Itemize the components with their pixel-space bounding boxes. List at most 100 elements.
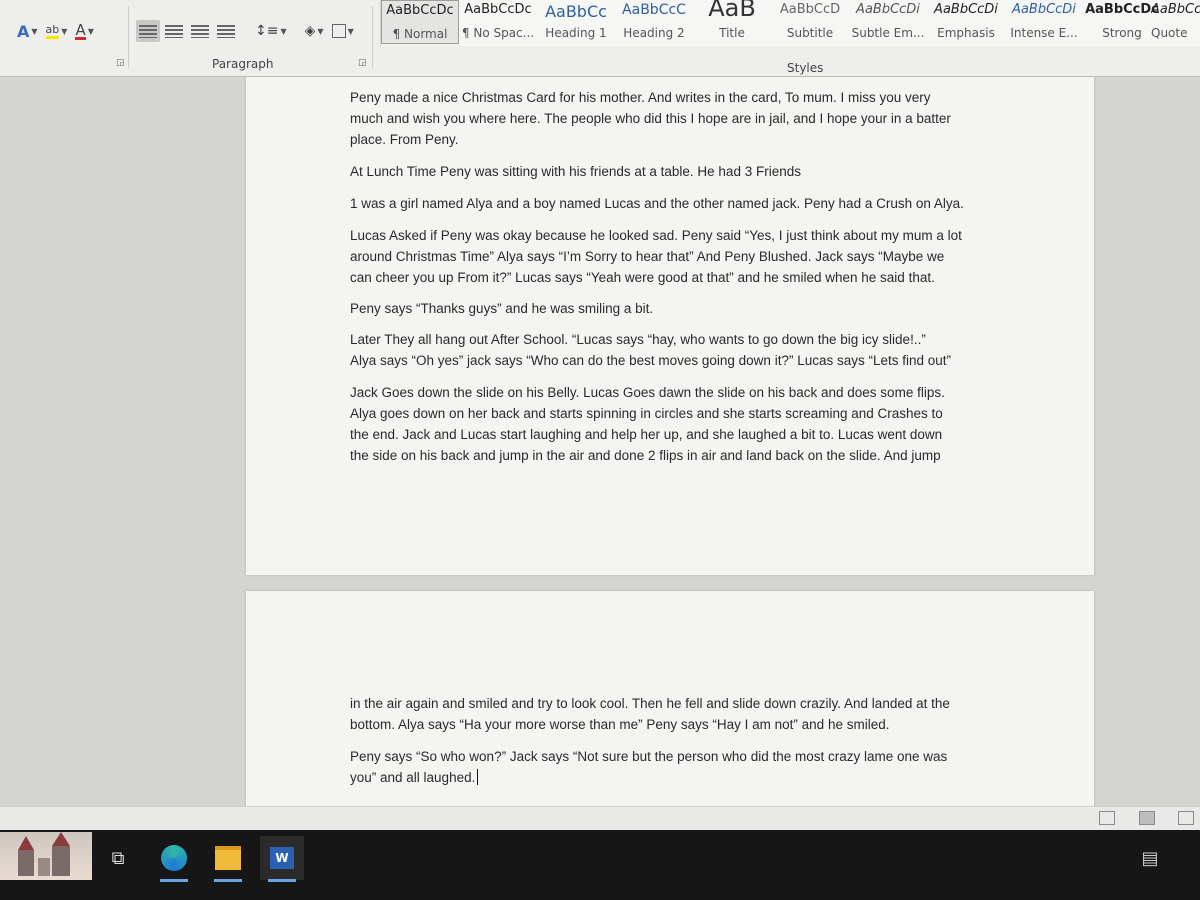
line-spacing-icon: ↕≡ xyxy=(255,23,279,39)
notification-button[interactable]: ▤ xyxy=(1128,836,1172,880)
style-name: ¶ Normal xyxy=(392,27,448,41)
style-emphasis[interactable]: AaBbCcDi Emphasis xyxy=(927,0,1005,44)
align-center-button[interactable] xyxy=(162,20,186,42)
font-color-icon: A xyxy=(75,20,86,40)
ribbon: A ▼ ab ▼ A ▼ ◲ ↕≡ ▼ ◈ ▼ ▼ Paragraph ◲ AaBbCcD… xyxy=(0,0,1200,77)
castle-image-icon xyxy=(18,832,70,876)
document-canvas[interactable]: Peny made a nice Christmas Card for his … xyxy=(0,77,1200,806)
text-line: Peny made a nice Christmas Card for his … xyxy=(350,90,931,105)
font-color-button[interactable]: A ▼ xyxy=(72,20,96,42)
style-heading-1[interactable]: AaBbCc Heading 1 xyxy=(537,0,615,44)
text-line: in the air again and smiled and try to l… xyxy=(350,696,950,711)
paragraph[interactable]: Jack Goes down the slide on his Belly. L… xyxy=(350,382,1000,466)
style-name: ¶ No Spac... xyxy=(461,26,535,40)
paragraph[interactable]: Peny made a nice Christmas Card for his … xyxy=(350,87,1000,150)
style-name: Strong xyxy=(1102,26,1142,40)
paint-bucket-icon: ◈ xyxy=(304,23,316,39)
align-center-icon xyxy=(165,24,183,38)
style-sample: AaBbCcDc xyxy=(386,3,454,18)
file-explorer-icon xyxy=(215,846,241,870)
highlight-color-button[interactable]: ab ▼ xyxy=(43,20,71,42)
align-left-icon xyxy=(139,24,157,38)
status-bar xyxy=(0,806,1200,831)
style-name: Subtitle xyxy=(786,26,834,40)
style-subtle-emphasis[interactable]: AaBbCcDi Subtle Em... xyxy=(849,0,927,44)
text-line: the end. Jack and Lucas start laughing a… xyxy=(350,427,943,442)
text-line: Alya says “Oh yes” jack says “Who can do… xyxy=(350,353,952,368)
style-sample: AaBbCcDc xyxy=(1085,2,1159,17)
styles-gallery: AaBbCcDc ¶ Normal AaBbCcDc ¶ No Spac... … xyxy=(380,0,1200,46)
task-view-button[interactable]: ⧉ xyxy=(96,836,140,880)
text-line: Jack Goes down the slide on his Belly. L… xyxy=(350,385,945,400)
highlight-color-icon: ab xyxy=(45,23,60,39)
align-left-button[interactable] xyxy=(136,20,160,42)
taskbar: ⧉ W ▤ xyxy=(0,830,1200,900)
style-name: Title xyxy=(719,26,745,40)
edge-browser-icon xyxy=(161,845,187,871)
font-tools: A ▼ ab ▼ A ▼ xyxy=(14,20,97,42)
style-title[interactable]: AaB Title xyxy=(693,0,771,44)
style-quote[interactable]: AaBbCc Quote xyxy=(1151,0,1200,44)
paragraph[interactable]: 1 was a girl named Alya and a boy named … xyxy=(350,193,1000,214)
word-app-button[interactable]: W xyxy=(260,836,304,882)
style-name: Heading 2 xyxy=(623,26,685,40)
style-sample: AaBbCcDc xyxy=(464,2,532,17)
text-effects-icon: A xyxy=(17,21,30,41)
text-line: At Lunch Time Peny was sitting with his … xyxy=(350,164,801,179)
start-button-thumbnail[interactable] xyxy=(0,832,92,880)
text-line: the side on his back and jump in the air… xyxy=(350,448,941,463)
paragraph[interactable]: Later They all hang out After School. “L… xyxy=(350,329,1000,371)
read-mode-icon[interactable] xyxy=(1099,811,1115,825)
text-line-content: you” and all laughed. xyxy=(350,770,476,785)
style-no-spacing[interactable]: AaBbCcDc ¶ No Spac... xyxy=(459,0,537,44)
line-spacing-button[interactable]: ↕≡ ▼ xyxy=(252,20,290,42)
style-name: Heading 1 xyxy=(545,26,607,40)
file-explorer-button[interactable] xyxy=(206,836,250,882)
style-sample: AaBbCcC xyxy=(622,2,686,18)
paragraph-dialog-launcher-icon[interactable]: ◲ xyxy=(358,58,367,68)
style-intense-emphasis[interactable]: AaBbCcDi Intense E... xyxy=(1005,0,1083,44)
style-sample: AaBbCcDi xyxy=(856,2,920,17)
shading-button[interactable]: ◈ ▼ xyxy=(302,20,327,42)
style-sample: AaBbCc xyxy=(1151,2,1200,17)
text-line: around Christmas Time” Alya says “I’m So… xyxy=(350,249,945,264)
text-line: place. From Peny. xyxy=(350,132,459,147)
style-name: Intense E... xyxy=(1010,26,1078,40)
align-right-icon xyxy=(191,24,209,38)
group-separator xyxy=(372,6,373,68)
style-name: Emphasis xyxy=(937,26,995,40)
style-name: Subtle Em... xyxy=(851,26,925,40)
style-strong[interactable]: AaBbCcDc Strong xyxy=(1083,0,1161,44)
edge-browser-button[interactable] xyxy=(152,836,196,882)
document-page-2[interactable]: in the air again and smiled and try to l… xyxy=(246,591,1094,806)
paragraph-group-label: Paragraph xyxy=(212,57,274,71)
paragraph[interactable]: in the air again and smiled and try to l… xyxy=(350,693,1000,735)
borders-button[interactable]: ▼ xyxy=(329,20,357,42)
style-sample: AaBbCc xyxy=(545,2,607,21)
paragraph[interactable]: Peny says “Thanks guys” and he was smili… xyxy=(350,298,1000,319)
web-layout-icon[interactable] xyxy=(1178,811,1194,825)
align-right-button[interactable] xyxy=(188,20,212,42)
text-effects-button[interactable]: A ▼ xyxy=(14,20,41,42)
justify-icon xyxy=(217,24,235,38)
style-subtitle[interactable]: AaBbCcD Subtitle xyxy=(771,0,849,44)
style-heading-2[interactable]: AaBbCcC Heading 2 xyxy=(615,0,693,44)
document-page-1[interactable]: Peny made a nice Christmas Card for his … xyxy=(246,77,1094,575)
style-sample: AaBbCcD xyxy=(779,2,841,17)
styles-group-label: Styles xyxy=(787,61,824,75)
style-sample: AaBbCcDi xyxy=(1012,2,1076,17)
paragraph[interactable]: Lucas Asked if Peny was okay because he … xyxy=(350,225,1000,288)
style-name: Quote xyxy=(1151,26,1188,40)
text-line: Alya goes down on her back and starts sp… xyxy=(350,406,943,421)
text-line: Later They all hang out After School. “L… xyxy=(350,332,926,347)
justify-button[interactable] xyxy=(214,20,238,42)
font-dialog-launcher-icon[interactable]: ◲ xyxy=(116,58,125,68)
print-layout-icon[interactable] xyxy=(1139,811,1155,825)
paragraph[interactable]: Peny says “So who won?” Jack says “Not s… xyxy=(350,746,1000,788)
paragraph-tools: ↕≡ ▼ ◈ ▼ ▼ xyxy=(136,20,357,42)
text-line: you” and all laughed. xyxy=(350,767,1000,788)
style-sample: AaBbCcDi xyxy=(934,2,998,17)
paragraph[interactable]: At Lunch Time Peny was sitting with his … xyxy=(350,161,1000,182)
style-normal[interactable]: AaBbCcDc ¶ Normal xyxy=(381,0,459,44)
text-cursor xyxy=(477,769,479,785)
